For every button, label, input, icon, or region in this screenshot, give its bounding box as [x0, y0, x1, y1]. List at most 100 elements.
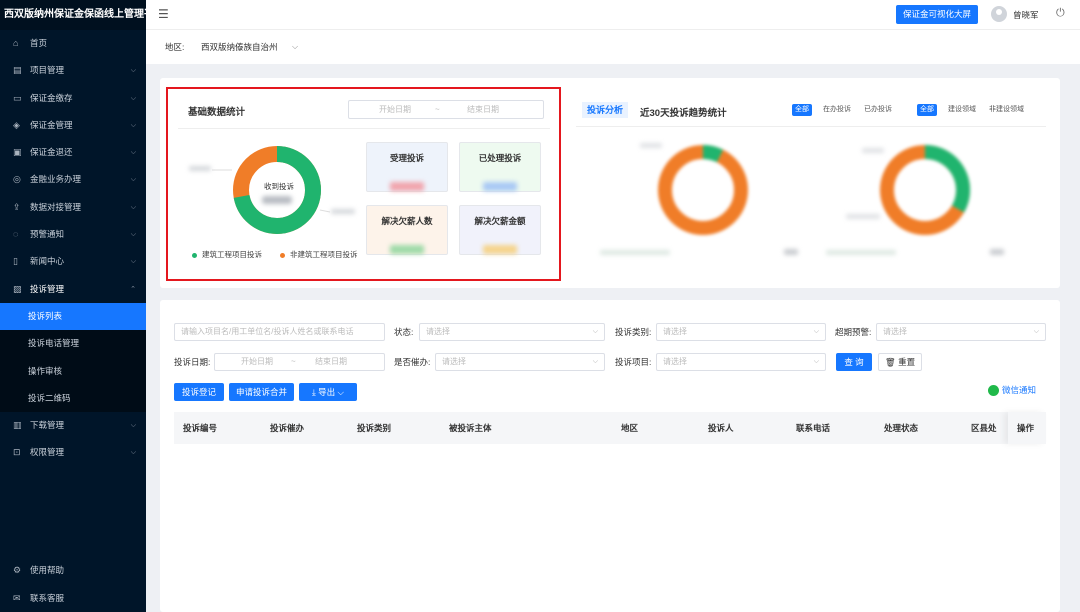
sidebar-item[interactable]: ▣ 保证金退还 ⌵ — [0, 139, 146, 166]
select-placeholder: 请选择 — [663, 327, 687, 336]
sidebar-subitem[interactable]: 投诉电话管理 — [0, 330, 146, 358]
sidebar-item-label: 投诉管理 — [30, 283, 65, 294]
upload-icon: ⇪ — [13, 201, 21, 212]
kpi-label: 已处理投诉 — [478, 153, 522, 163]
region-label: 地区: — [165, 42, 185, 52]
merge-complaint-button[interactable]: 申请投诉合并 — [229, 383, 294, 401]
analysis-title: 近30天投诉趋势统计 — [640, 108, 727, 119]
redacted-value — [483, 245, 517, 254]
column-header: 被投诉主体 — [440, 412, 612, 444]
finance-icon: ◎ — [13, 174, 21, 185]
column-header: 投诉人 — [699, 412, 787, 444]
chevron-down-icon: ⌵ — [592, 328, 598, 335]
sidebar-item[interactable]: ⌂ 首页 — [0, 30, 146, 57]
sidebar-item[interactable]: ✉ 联系客服 — [0, 585, 146, 612]
chevron-down-icon: ⌵ — [130, 67, 136, 75]
project-select[interactable]: 请选择 ⌵ — [656, 353, 826, 371]
sidebar-item[interactable]: ◎ 金融业务办理 ⌵ — [0, 166, 146, 193]
range-separator: ~ — [435, 105, 440, 114]
sidebar-item[interactable]: ⚙ 使用帮助 — [0, 557, 146, 584]
top-bar: ☰ 保证金可视化大屏 曾晓军 ⏻ — [146, 0, 1080, 30]
status-select[interactable]: 请选择 ⌵ — [419, 323, 605, 341]
overdue-label: 超期预警: — [835, 327, 872, 337]
donut-center-label: 收到投诉 — [264, 182, 294, 191]
sidebar-item-label: 金融业务办理 — [30, 174, 82, 185]
overdue-select[interactable]: 请选择 ⌵ — [876, 323, 1046, 341]
kpi-label: 解决欠薪金额 — [474, 216, 526, 226]
return-icon: ▣ — [13, 147, 22, 158]
sidebar-item[interactable]: ▯ 新闻中心 ⌵ — [0, 248, 146, 275]
home-icon: ⌂ — [13, 38, 19, 48]
export-button[interactable]: ⤓ 导出 ⌵ — [299, 383, 357, 401]
power-icon[interactable]: ⏻ — [1056, 7, 1065, 20]
sidebar-item-label: 预警通知 — [30, 229, 65, 240]
chevron-down-icon: ⌵ — [130, 149, 136, 157]
deposit-icon: ▭ — [13, 92, 22, 103]
filter-a-all[interactable]: 全部 — [792, 104, 812, 116]
filter-b-all[interactable]: 全部 — [917, 104, 937, 116]
project-label: 投诉项目: — [615, 357, 652, 367]
complaint-table: 投诉编号 投诉催办 投诉类别 被投诉主体 地区 投诉人 联系电话 处理状态 区县处 操作 — [174, 412, 1046, 444]
chevron-down-icon: ⌵ — [130, 203, 136, 211]
start-date-placeholder: 开始日期 — [241, 357, 273, 366]
redacted-value — [390, 245, 424, 254]
sidebar-item[interactable]: ▭ 保证金缴存 ⌵ — [0, 85, 146, 112]
complaint-list-panel — [160, 300, 1060, 612]
chevron-up-icon: ⌃ — [130, 285, 136, 293]
column-header: 地区 — [612, 412, 699, 444]
sidebar-item-label: 项目管理 — [30, 65, 65, 76]
chevron-down-icon: ⌵ — [130, 121, 136, 129]
select-placeholder: 请选择 — [426, 327, 450, 336]
sidebar-item[interactable]: ⇪ 数据对接管理 ⌵ — [0, 194, 146, 221]
status-label: 状态: — [394, 327, 414, 337]
sidebar-item[interactable]: ▨ 投诉管理 ⌃ — [0, 276, 146, 303]
filter-b-construction[interactable]: 建设领域 — [945, 104, 979, 116]
stats-date-range[interactable]: 开始日期 ~ 结束日期 — [348, 100, 544, 119]
keyword-search-input[interactable]: 请输入项目名/用工单位名/投诉人姓名或联系电话 — [174, 323, 385, 341]
export-label: 导出 — [318, 387, 336, 397]
wechat-notify-link[interactable]: 微信通知 — [988, 384, 1037, 397]
app-title: 西双版纳州保证金保函线上管理平台 — [0, 0, 146, 30]
reset-button[interactable]: 🗑 重置 — [878, 353, 922, 371]
legend-non-construction: 非建筑工程项目投诉 — [280, 249, 358, 260]
urge-select[interactable]: 请选择 ⌵ — [435, 353, 605, 371]
sidebar-item[interactable]: ▤ 项目管理 ⌵ — [0, 57, 146, 84]
query-button[interactable]: 查 询 — [836, 353, 872, 371]
sidebar-item[interactable]: ◈ 保证金管理 ⌵ — [0, 112, 146, 139]
service-icon: ✉ — [13, 592, 21, 603]
sidebar-bottom: ⚙ 使用帮助 ✉ 联系客服 — [0, 557, 146, 612]
visual-dashboard-button[interactable]: 保证金可视化大屏 — [896, 5, 978, 24]
chevron-down-icon[interactable]: ⌵ — [292, 30, 298, 64]
kpi-processed: 已处理投诉 — [459, 142, 541, 192]
chevron-down-icon: ⌵ — [130, 231, 136, 239]
type-select[interactable]: 请选择 ⌵ — [656, 323, 826, 341]
tab-complaint-analysis[interactable]: 投诉分析 — [582, 102, 628, 118]
region-select[interactable]: 西双版纳傣族自治州 — [201, 30, 278, 64]
menu-fold-icon[interactable]: ☰ — [158, 7, 169, 21]
user-name[interactable]: 曾晓军 — [1013, 0, 1039, 30]
sidebar-item-label: 下载管理 — [30, 420, 65, 431]
chevron-down-icon: ⌵ — [130, 94, 136, 102]
sidebar-item-label: 数据对接管理 — [30, 201, 82, 212]
sidebar-subitem[interactable]: 操作审核 — [0, 357, 146, 385]
date-range-input[interactable]: 开始日期 ~ 结束日期 — [214, 353, 385, 371]
filter-a-in-progress[interactable]: 在办投诉 — [820, 104, 854, 116]
avatar[interactable] — [991, 6, 1007, 22]
sidebar-item[interactable]: ◌ 预警通知 ⌵ — [0, 221, 146, 248]
chevron-down-icon: ⌵ — [335, 387, 344, 397]
filter-a-done[interactable]: 已办投诉 — [861, 104, 895, 116]
chevron-down-icon: ⌵ — [592, 358, 598, 365]
wechat-label: 微信通知 — [1002, 385, 1037, 395]
column-header: 投诉催办 — [261, 412, 348, 444]
select-placeholder: 请选择 — [442, 357, 466, 366]
filter-b-non-construction[interactable]: 非建设领域 — [986, 104, 1027, 116]
sidebar-item[interactable]: ⊡ 权限管理 ⌵ — [0, 439, 146, 466]
column-header: 投诉编号 — [174, 412, 261, 444]
sidebar-subitem[interactable]: 投诉二维码 — [0, 384, 146, 413]
legend-dot — [280, 252, 285, 258]
sidebar-item[interactable]: ▥ 下载管理 ⌵ — [0, 412, 146, 439]
register-complaint-button[interactable]: 投诉登记 — [174, 383, 224, 401]
wechat-icon — [988, 385, 999, 397]
sidebar-subitem[interactable]: 投诉列表 — [0, 302, 146, 331]
sidebar-item-label: 新闻中心 — [30, 256, 65, 267]
